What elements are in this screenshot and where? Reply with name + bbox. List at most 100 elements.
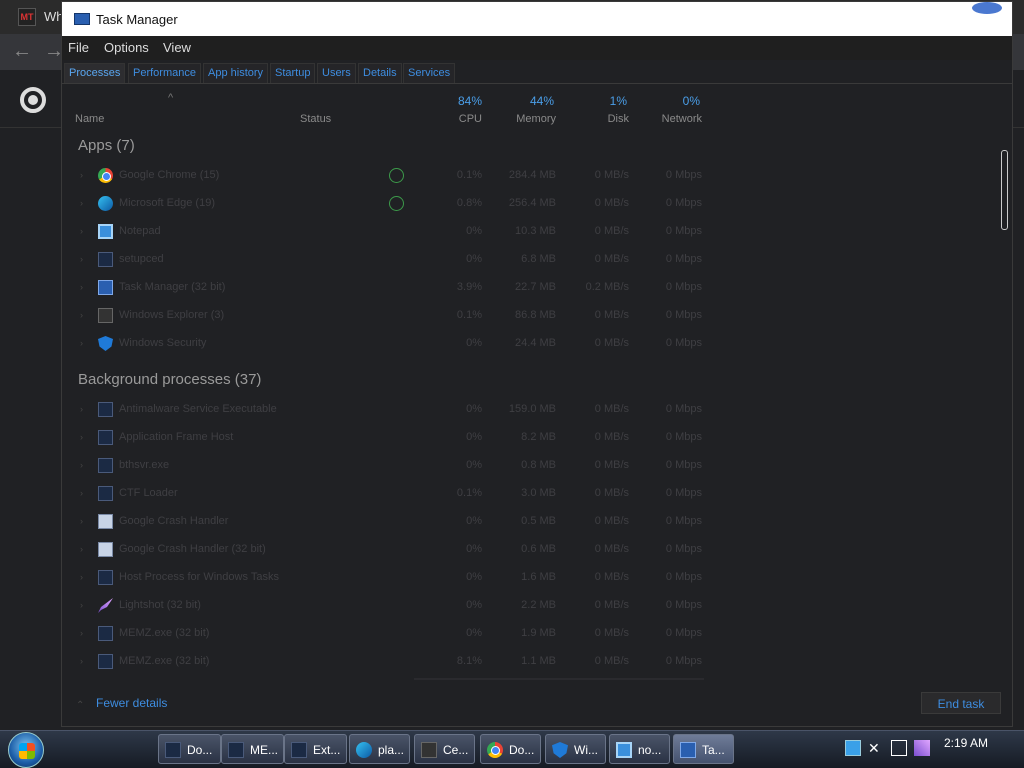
process-row[interactable]: › Google Crash Handler (32 bit) 0% 0.6 MB 0 … xyxy=(62,536,702,564)
expand-chevron-icon[interactable]: › xyxy=(80,656,83,666)
network-icon[interactable] xyxy=(891,740,907,756)
process-cpu: 0% xyxy=(466,571,482,583)
column-status[interactable]: Status xyxy=(300,113,331,125)
expand-chevron-icon[interactable]: › xyxy=(80,198,83,208)
horizontal-scrollbar[interactable] xyxy=(414,678,704,680)
expand-chevron-icon[interactable]: › xyxy=(80,432,83,442)
disk-percent[interactable]: 1% xyxy=(577,94,627,108)
taskbar-button[interactable]: Wi... xyxy=(545,734,606,764)
column-disk[interactable]: Disk xyxy=(577,113,629,125)
edge-icon xyxy=(98,196,113,211)
process-network: 0 Mbps xyxy=(665,543,702,555)
column-cpu[interactable]: CPU xyxy=(432,113,482,125)
fewer-details-link[interactable]: Fewer details xyxy=(96,696,167,710)
menu-view[interactable]: View xyxy=(163,40,191,55)
expand-chevron-icon[interactable]: › xyxy=(80,572,83,582)
process-row[interactable]: › Windows Explorer (3) 0.1% 86.8 MB 0 MB/s 0 … xyxy=(62,302,702,330)
process-row[interactable]: › bthsvr.exe 0% 0.8 MB 0 MB/s 0 Mbps xyxy=(62,452,702,480)
crash-handler-icon xyxy=(98,542,113,557)
process-memory: 8.2 MB xyxy=(521,431,556,443)
expand-chevron-icon[interactable]: › xyxy=(80,544,83,554)
taskbar-button[interactable]: pla... xyxy=(349,734,410,764)
process-cpu: 0% xyxy=(466,515,482,527)
process-row[interactable]: › Microsoft Edge (19) 0.8% 256.4 MB 0 MB/s 0 … xyxy=(62,190,702,218)
tab-details[interactable]: Details xyxy=(358,63,402,83)
expand-chevron-icon[interactable]: › xyxy=(80,404,83,414)
vertical-scrollbar[interactable] xyxy=(1001,150,1008,230)
process-row[interactable]: › Windows Security 0% 24.4 MB 0 MB/s 0 Mbps xyxy=(62,330,702,358)
process-row[interactable]: › MEMZ.exe (32 bit) 0% 1.9 MB 0 MB/s 0 Mbps xyxy=(62,620,702,648)
expand-chevron-icon[interactable]: › xyxy=(80,310,83,320)
back-arrow-icon[interactable]: ← xyxy=(12,40,32,63)
group-apps[interactable]: Apps (7) xyxy=(78,137,135,154)
tab-processes[interactable]: Processes xyxy=(64,63,126,83)
process-row[interactable]: › Host Process for Windows Tasks 0% 1.6 MB 0… xyxy=(62,564,702,592)
exe-icon xyxy=(98,402,113,417)
process-row[interactable]: › Google Crash Handler 0% 0.5 MB 0 MB/s 0 Mbp… xyxy=(62,508,702,536)
end-task-button[interactable]: End task xyxy=(921,692,1001,714)
expand-chevron-icon[interactable]: › xyxy=(80,254,83,264)
start-button[interactable] xyxy=(8,732,44,768)
taskbar-button[interactable]: Do... xyxy=(480,734,541,764)
tray-app-icon[interactable] xyxy=(845,740,861,756)
column-memory[interactable]: Memory xyxy=(494,113,556,125)
tab-app-history[interactable]: App history xyxy=(203,63,269,83)
tab-users[interactable]: Users xyxy=(317,63,356,83)
process-row[interactable]: › Task Manager (32 bit) 3.9% 22.7 MB 0.2 MB/… xyxy=(62,274,702,302)
taskbar-button[interactable]: Ce... xyxy=(414,734,475,764)
column-network[interactable]: Network xyxy=(642,113,702,125)
expand-chevron-icon[interactable]: › xyxy=(80,628,83,638)
notepad-icon xyxy=(98,224,113,239)
process-row[interactable]: › Notepad 0% 10.3 MB 0 MB/s 0 Mbps xyxy=(62,218,702,246)
taskbar-button[interactable]: no... xyxy=(609,734,670,764)
chevron-up-icon[interactable]: ⌃ xyxy=(76,700,84,711)
lightshot-tray-icon[interactable] xyxy=(914,740,930,756)
process-name: Microsoft Edge (19) xyxy=(119,197,215,209)
expand-chevron-icon[interactable]: › xyxy=(80,170,83,180)
menu-options[interactable]: Options xyxy=(104,40,149,55)
tab-services[interactable]: Services xyxy=(403,63,456,83)
expand-chevron-icon[interactable]: › xyxy=(80,338,83,348)
process-row[interactable]: › Application Frame Host 0% 8.2 MB 0 MB/s 0 M… xyxy=(62,424,702,452)
taskbar-button[interactable]: ME... xyxy=(221,734,284,764)
group-background[interactable]: Background processes (37) xyxy=(78,371,261,388)
cpu-percent[interactable]: 84% xyxy=(432,94,482,108)
process-disk: 0 MB/s xyxy=(594,431,629,443)
expand-chevron-icon[interactable]: › xyxy=(80,226,83,236)
process-network: 0 Mbps xyxy=(665,281,702,293)
memory-percent[interactable]: 44% xyxy=(494,94,554,108)
expand-chevron-icon[interactable]: › xyxy=(80,600,83,610)
process-cpu: 0% xyxy=(466,627,482,639)
process-cpu: 0% xyxy=(466,459,482,471)
column-name[interactable]: Name xyxy=(75,113,104,125)
taskbar-button[interactable]: Do... xyxy=(158,734,221,764)
taskbar-button[interactable]: Ext... xyxy=(284,734,347,764)
volume-muted-icon[interactable]: ✕ xyxy=(868,740,884,756)
expand-chevron-icon[interactable]: › xyxy=(80,460,83,470)
task-manager-window: Task Manager File Options View Processes… xyxy=(61,1,1013,727)
process-row[interactable]: › setupced 0% 6.8 MB 0 MB/s 0 Mbps xyxy=(62,246,702,274)
expand-chevron-icon[interactable]: › xyxy=(80,488,83,498)
process-row[interactable]: › CTF Loader 0.1% 3.0 MB 0 MB/s 0 Mbps xyxy=(62,480,702,508)
tab-startup[interactable]: Startup xyxy=(270,63,316,83)
sort-arrow-icon[interactable]: ^ xyxy=(168,92,173,104)
process-row[interactable]: › Lightshot (32 bit) 0% 2.2 MB 0 MB/s 0 Mbps xyxy=(62,592,702,620)
process-network: 0 Mbps xyxy=(665,253,702,265)
edge-icon xyxy=(356,742,372,758)
expand-chevron-icon[interactable]: › xyxy=(80,516,83,526)
expand-chevron-icon[interactable]: › xyxy=(80,282,83,292)
taskbar-button[interactable]: Ta... xyxy=(673,734,734,764)
process-row[interactable]: › Google Chrome (15) 0.1% 284.4 MB 0 MB/s 0 M… xyxy=(62,162,702,190)
process-row[interactable]: › Antimalware Service Executable 0% 159.0 M… xyxy=(62,396,702,424)
network-percent[interactable]: 0% xyxy=(650,94,700,108)
process-disk: 0 MB/s xyxy=(594,487,629,499)
process-memory: 3.0 MB xyxy=(521,487,556,499)
process-cpu: 0.1% xyxy=(456,169,482,181)
window-control-icon[interactable] xyxy=(972,2,1002,14)
title-bar[interactable]: Task Manager xyxy=(62,2,1012,36)
clock[interactable]: 2:19 AM xyxy=(944,736,988,750)
process-name: setupced xyxy=(119,253,164,265)
process-row[interactable]: › MEMZ.exe (32 bit) 8.1% 1.1 MB 0 MB/s 0 Mbps xyxy=(62,648,702,676)
tab-performance[interactable]: Performance xyxy=(128,63,201,83)
menu-file[interactable]: File xyxy=(68,40,89,55)
